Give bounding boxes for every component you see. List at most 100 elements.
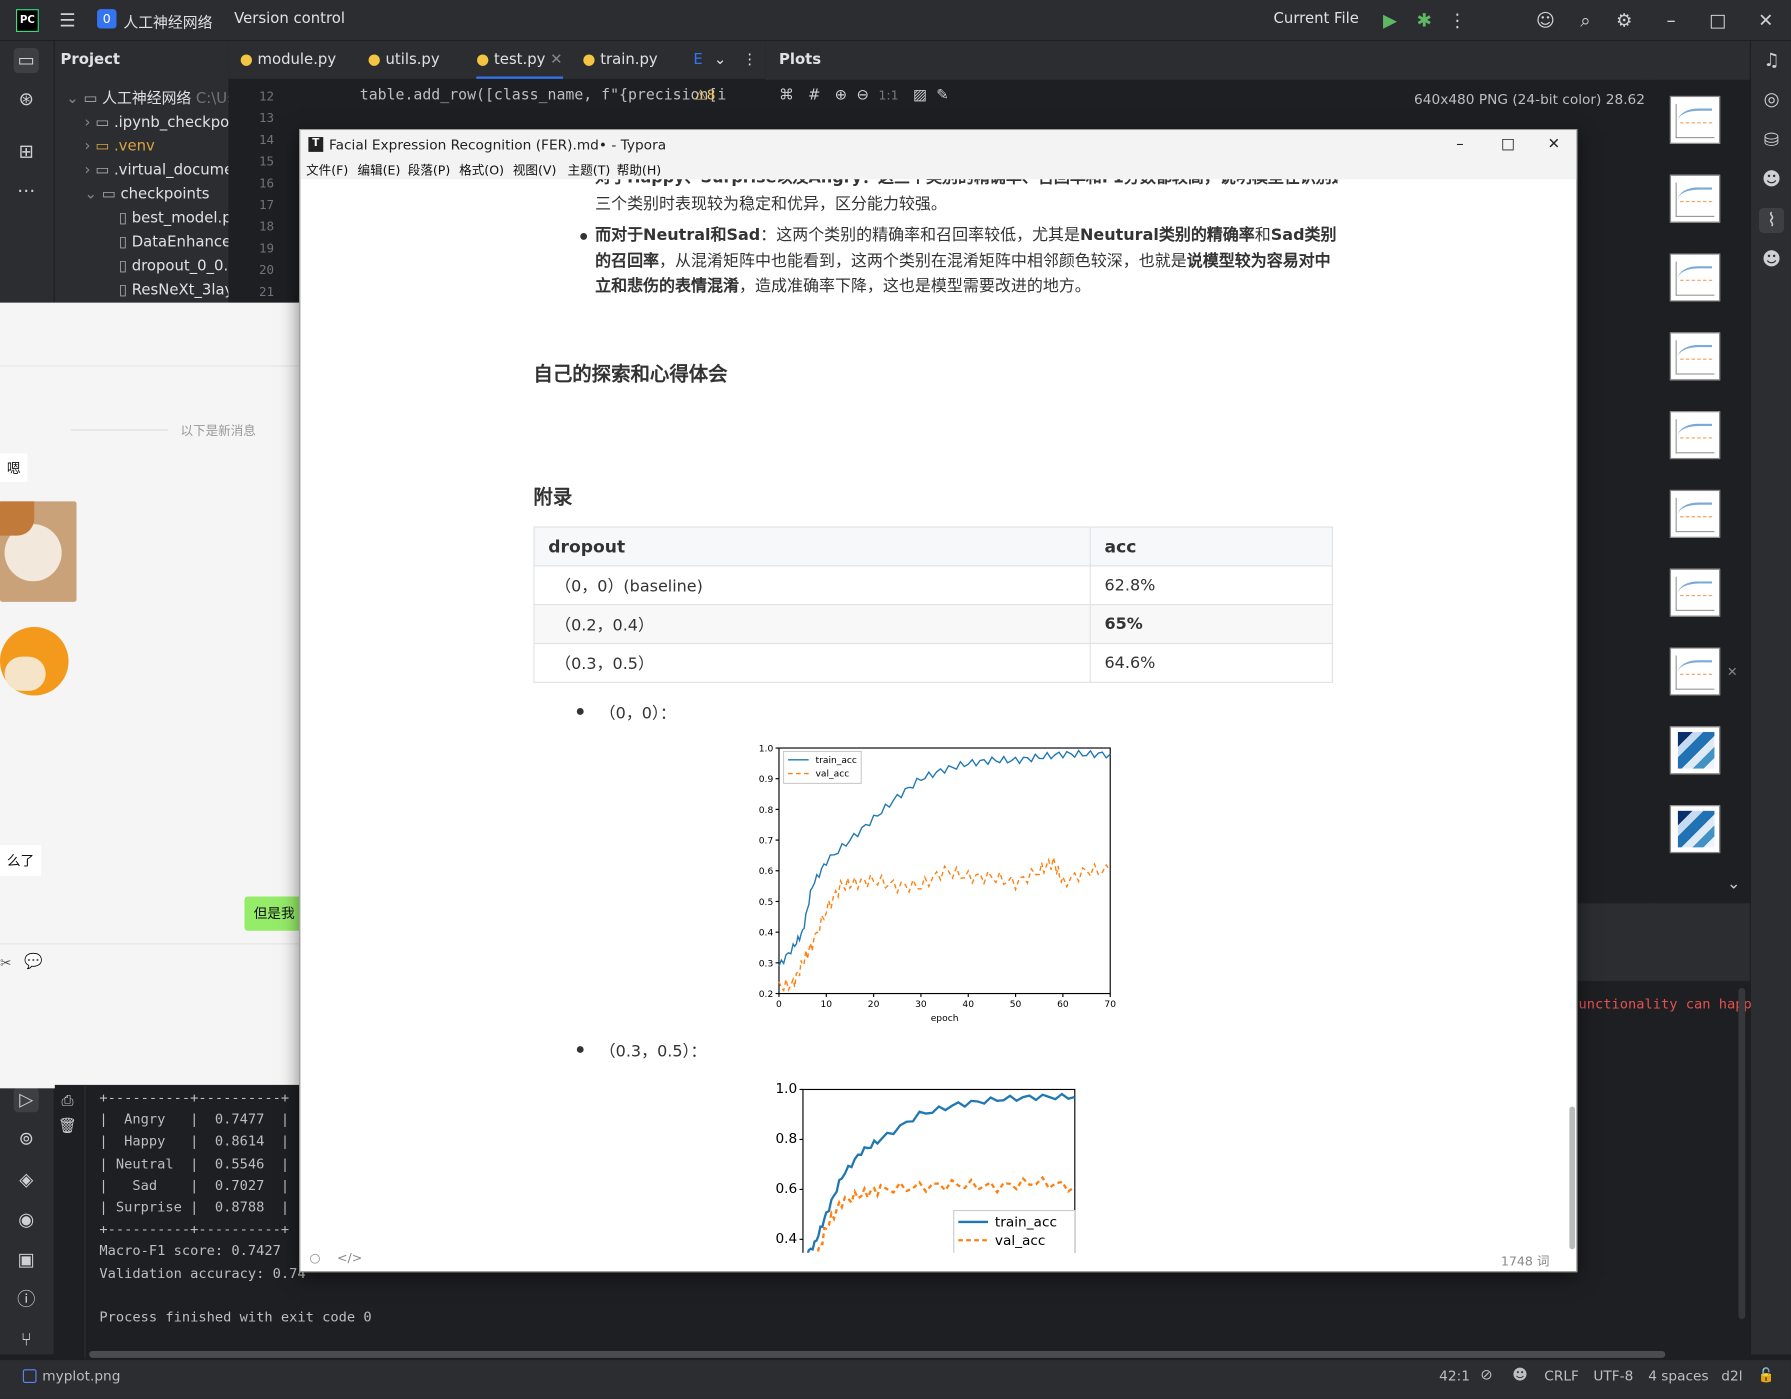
more-tools-icon[interactable]: ⋯ [14,178,39,203]
typora-maximize-icon[interactable]: □ [1501,130,1515,160]
fit-icon[interactable]: ⌘ [779,87,794,104]
tab-utils[interactable]: ● utils.py [368,51,440,68]
chart-image-2[interactable]: 0.20.40.60.81.0train_accval_acc [757,1076,1100,1253]
inspection-icon[interactable]: ⊘ [1480,1367,1492,1384]
typora-minimize-icon[interactable]: – [1456,130,1463,160]
vcs-menu[interactable]: Version control [234,10,345,27]
ai-status-icon[interactable]: ☻ [1512,1367,1527,1384]
plot-thumbnail[interactable] [1669,726,1721,775]
print-icon[interactable]: ⎙ [55,1089,80,1114]
python-console-icon[interactable]: ⊚ [14,1126,39,1151]
horizontal-scrollbar[interactable] [89,1350,1666,1358]
maximize-icon[interactable]: □ [1705,8,1730,33]
plot-thumbnail[interactable] [1669,411,1721,460]
typora-menu-item[interactable]: 段落(P) [408,161,451,179]
tree-item[interactable]: ▯ DataEnhance. [119,231,229,255]
orange-cat-sticker[interactable] [0,622,71,720]
database-icon[interactable]: ⛁ [1759,128,1784,153]
plot-thumbnail[interactable] [1669,95,1721,144]
tree-item[interactable]: › ▭ .virtual_documen [85,159,229,183]
vertical-scrollbar[interactable] [1738,987,1746,1320]
tree-item[interactable]: › ▭ .venv [85,135,155,159]
plots-icon[interactable]: ⌇ [1758,207,1785,233]
plot-thumbnail[interactable] [1669,174,1721,223]
chat-history-icon[interactable]: 💬 [24,954,42,971]
typora-menu-item[interactable]: 帮助(H) [617,161,661,179]
chat-bubble[interactable]: 嗯 [0,453,28,482]
heading-appendix[interactable]: 附录 [533,481,572,509]
structure-icon[interactable]: ⊞ [14,139,39,164]
tree-arrow-icon[interactable]: › [85,114,96,131]
plot-thumbnail[interactable] [1669,253,1721,302]
plot-thumbnail[interactable] [1669,332,1721,381]
outline-toggle-icon[interactable]: ○ [310,1250,321,1265]
typora-menu-item[interactable]: 格式(O) [459,161,504,179]
zoom-in-icon[interactable]: ⊕ [835,87,847,104]
status-interpreter[interactable]: d2l [1721,1368,1742,1384]
tabs-more-icon[interactable]: ⋮ [742,51,757,68]
tree-arrow-icon[interactable]: › [85,138,96,155]
lock-icon[interactable]: 🔓 [1758,1367,1775,1383]
run-icon[interactable]: ▶ [1377,8,1402,33]
warnings-badge[interactable]: ⚠8 [694,87,715,103]
zoom-level[interactable]: 1:1 [878,88,898,103]
tab-test[interactable]: ● test.py ✕ [476,51,563,79]
eyedropper-icon[interactable]: ✎ [936,87,948,104]
problems-icon[interactable]: ⓘ [14,1287,39,1312]
status-file[interactable]: myplot.png [42,1368,120,1384]
plot-thumbnail[interactable] [1669,489,1721,538]
heading-explore[interactable]: 自己的探索和心得体会 [533,357,727,386]
chevron-down-icon[interactable]: ⌄ [714,51,726,68]
status-eol[interactable]: CRLF [1544,1368,1579,1384]
tree-item[interactable]: ⌄ ▭ checkpoints [85,183,210,207]
plot-thumbnail[interactable] [1669,805,1721,854]
word-count[interactable]: 1748 词 [1501,1252,1550,1270]
trash-icon[interactable]: 🗑 [55,1115,80,1140]
tree-item[interactable]: ▯ best_model.pt [119,207,229,231]
scissors-icon[interactable]: ✂ [0,955,11,971]
plugin-icon[interactable]: ⊛ [14,87,39,112]
status-position[interactable]: 42:1 [1439,1368,1470,1384]
tree-arrow-icon[interactable]: ⌄ [66,90,83,107]
tree-arrow-icon[interactable]: ⌄ [85,186,102,203]
close-thumb-icon[interactable]: ✕ [1727,665,1738,680]
folder-icon[interactable]: ▭ [13,47,39,74]
run-config-selector[interactable]: Current File [1274,10,1359,27]
dropout-table[interactable]: dropout acc （0，0）(baseline) 62.8% （0.2，0.4… [533,526,1333,683]
chat-bubble[interactable]: 么了 [0,845,42,876]
typora-menu-item[interactable]: 视图(V) [513,161,557,179]
debug-icon[interactable]: ✱ [1412,8,1437,33]
plot-thumbnail[interactable] [1669,647,1721,696]
code-line[interactable]: table.add_row([class_name, f"{precision[… [360,87,727,104]
background-icon[interactable]: ▨ [913,87,927,104]
tab-module[interactable]: ● module.py [240,51,336,68]
zoom-out-icon[interactable]: ⊖ [857,87,869,104]
source-mode-icon[interactable]: </> [337,1250,362,1265]
notifications-icon[interactable]: ♫ [1759,48,1784,73]
ai-assistant-icon[interactable]: ◎ [1759,87,1784,112]
main-menu-icon[interactable]: ☰ [55,8,80,33]
close-icon[interactable]: ✕ [1753,8,1778,33]
scroll-down-icon[interactable]: ⌄ [1727,875,1740,893]
more-icon[interactable]: ⋮ [1445,8,1470,33]
project-header[interactable]: Project [61,51,120,68]
chat-icon[interactable]: ☻ [1759,247,1784,272]
tree-item[interactable]: ▯ ResNeXt_3lay [119,279,229,303]
layers-icon[interactable]: ◈ [14,1167,39,1192]
tab-train[interactable]: ● train.py [583,51,658,68]
cat-sticker[interactable] [0,501,77,602]
grid-icon[interactable]: # [808,87,820,104]
tree-item[interactable]: › ▭ .ipynb_checkpoin [85,111,229,135]
add-user-icon[interactable]: ☺ [1533,8,1558,33]
chat-bubble-self[interactable]: 但是我 [244,896,300,931]
status-encoding[interactable]: UTF-8 [1593,1368,1633,1384]
document-scrollbar[interactable] [1569,1106,1576,1250]
services-icon[interactable]: ◉ [14,1207,39,1232]
run-tool-icon[interactable]: ▷ [13,1087,39,1113]
tree-item[interactable]: ⌄ ▭ 人工神经网络C:\Use [66,87,228,111]
typora-close-icon[interactable]: ✕ [1548,130,1560,160]
tree-arrow-icon[interactable]: › [85,162,96,179]
minimize-icon[interactable]: – [1658,8,1683,33]
gear-icon[interactable]: ⚙ [1612,8,1637,33]
document-body[interactable]: 对于Happy、Surprise以及Angry：这三个类别的精确率、召回率和F1… [300,179,1556,1253]
